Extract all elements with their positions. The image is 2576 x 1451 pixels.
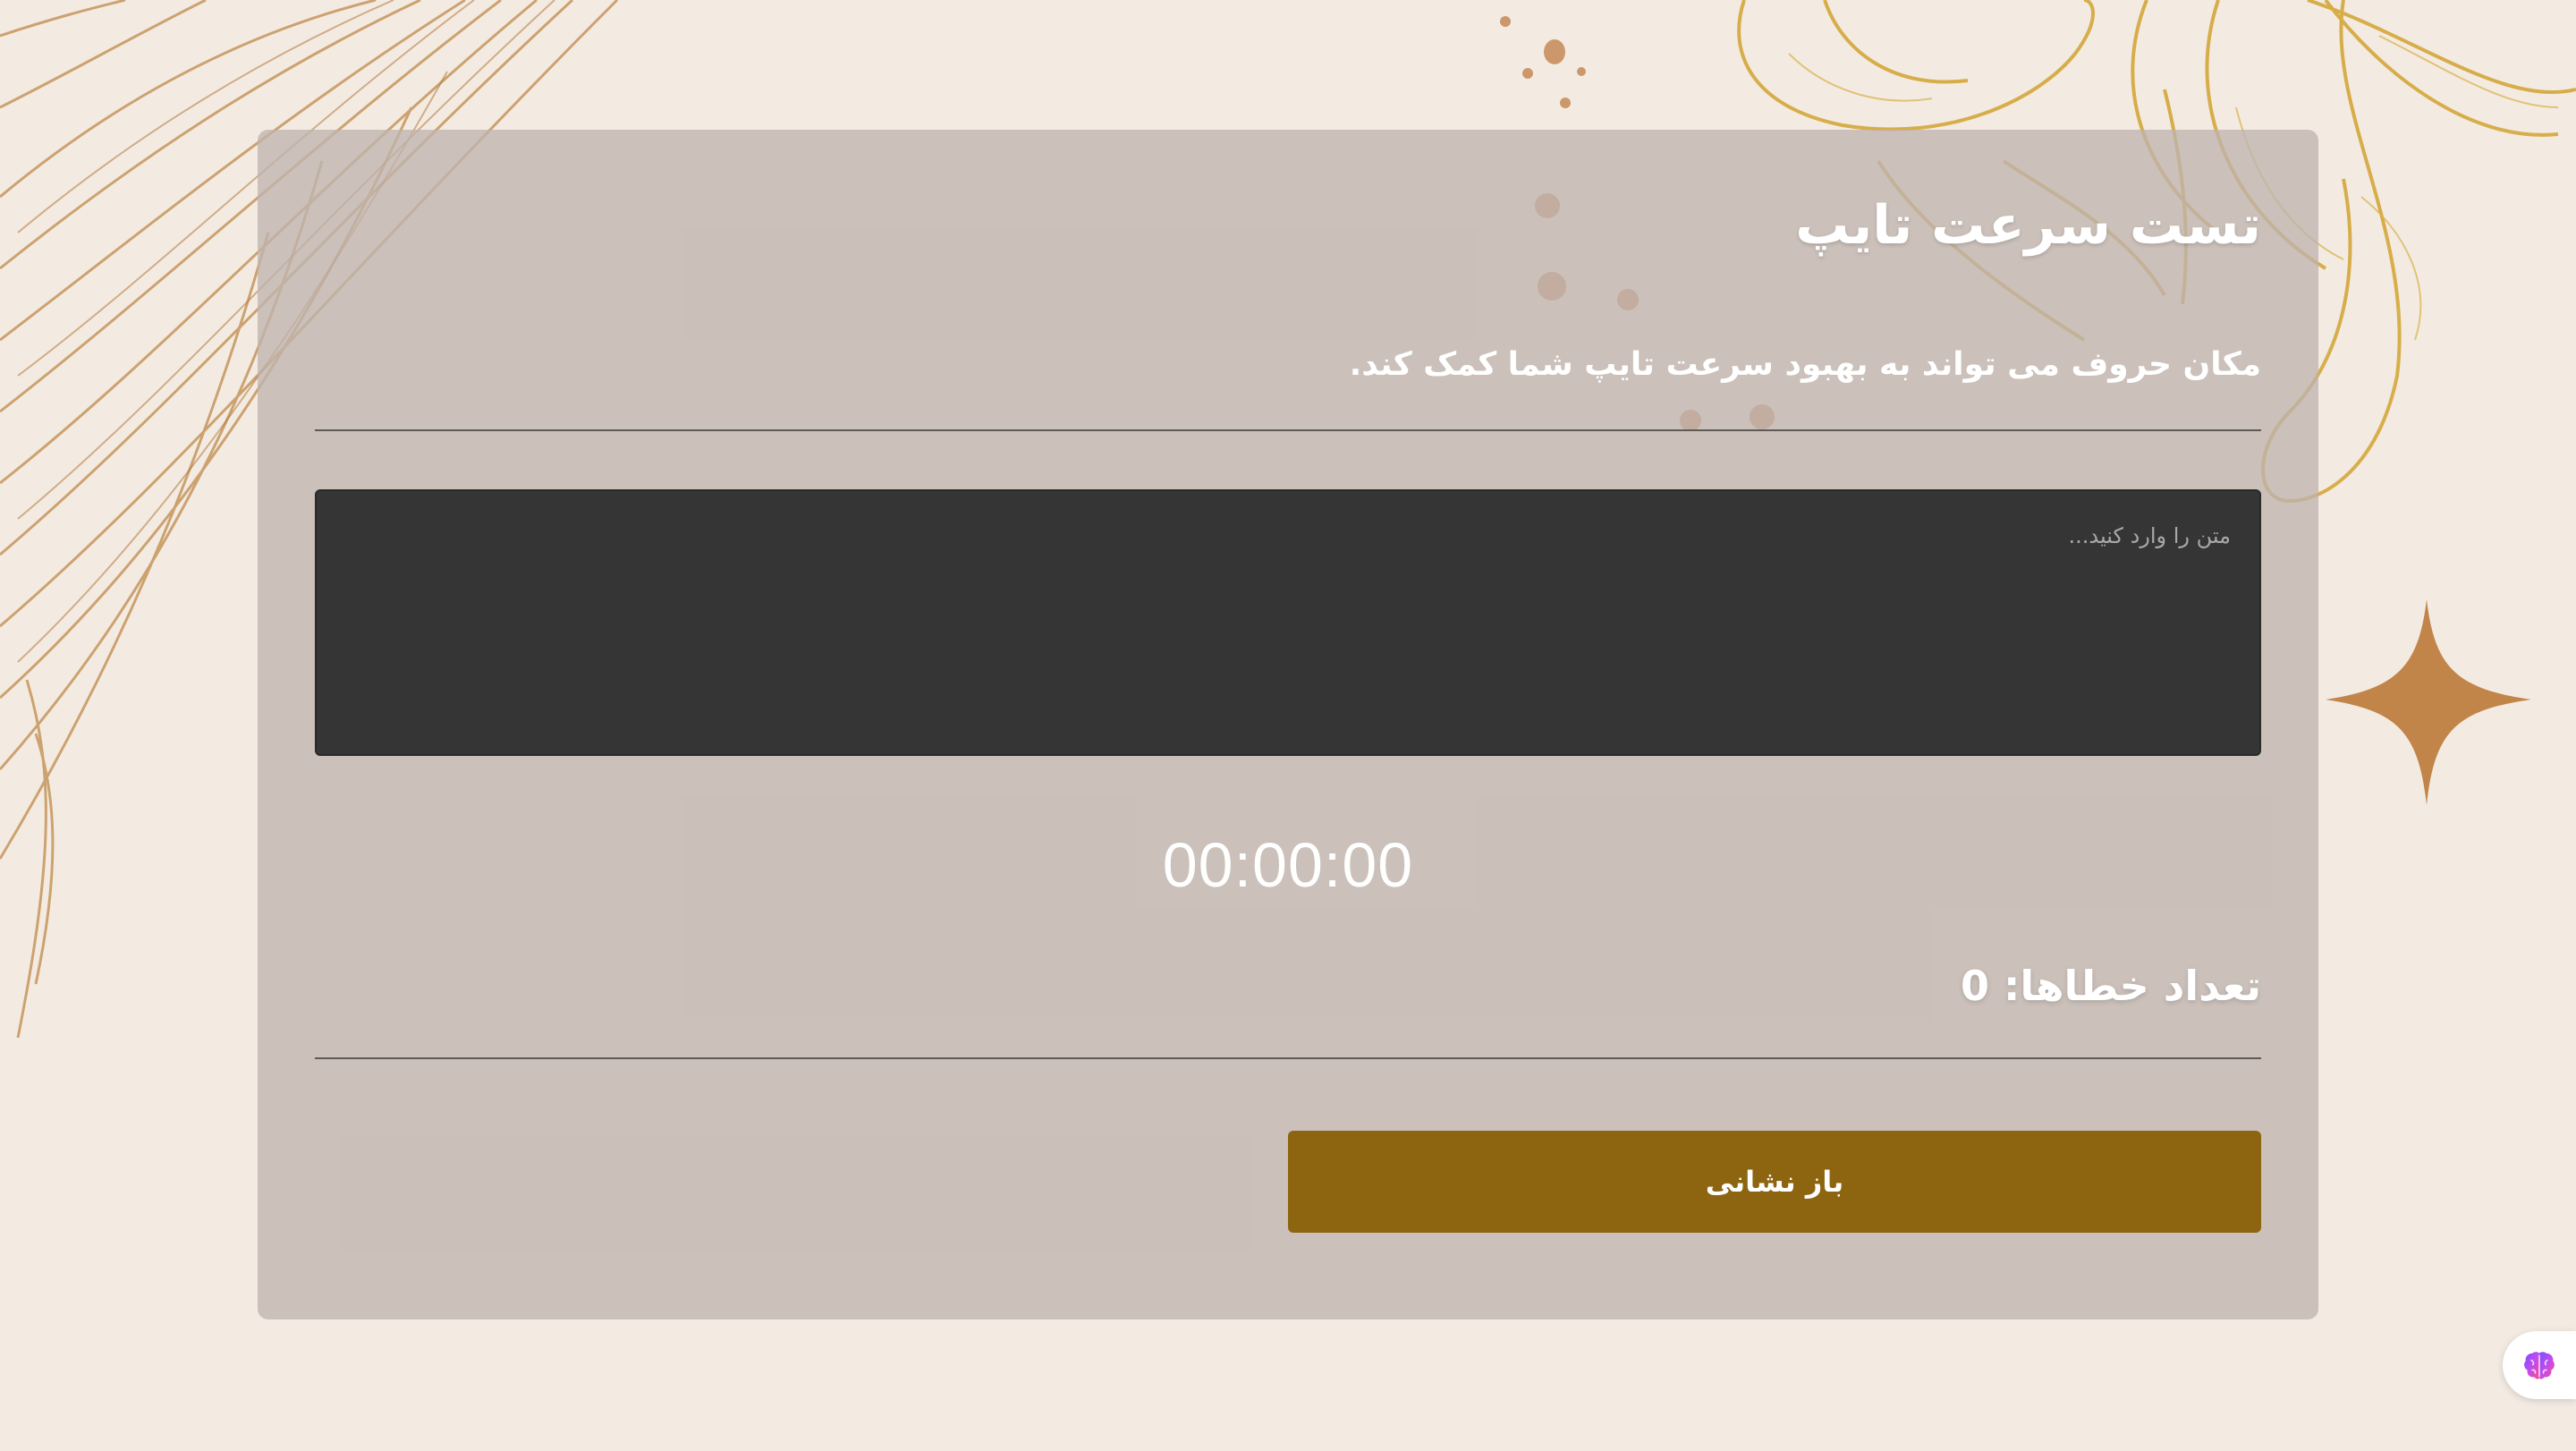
page-title: تست سرعت تایپ xyxy=(1795,194,2261,257)
brain-icon xyxy=(2524,1352,2555,1379)
typing-area xyxy=(315,489,2261,756)
bottom-divider xyxy=(315,1057,2261,1059)
typing-test-card: تست سرعت تایپ مکان حروف می تواند به بهبو… xyxy=(258,130,2318,1319)
timer-display: 00:00:00 xyxy=(1162,830,1414,900)
error-count: تعداد خطاها: 0 xyxy=(1960,962,2261,1010)
top-divider xyxy=(315,429,2261,431)
typing-input[interactable] xyxy=(317,491,2259,754)
reset-button[interactable]: باز نشانی xyxy=(1288,1131,2261,1233)
page-subtitle: مکان حروف می تواند به بهبود سرعت تایپ شم… xyxy=(1349,346,2261,383)
floating-assistant-button[interactable] xyxy=(2503,1331,2576,1399)
